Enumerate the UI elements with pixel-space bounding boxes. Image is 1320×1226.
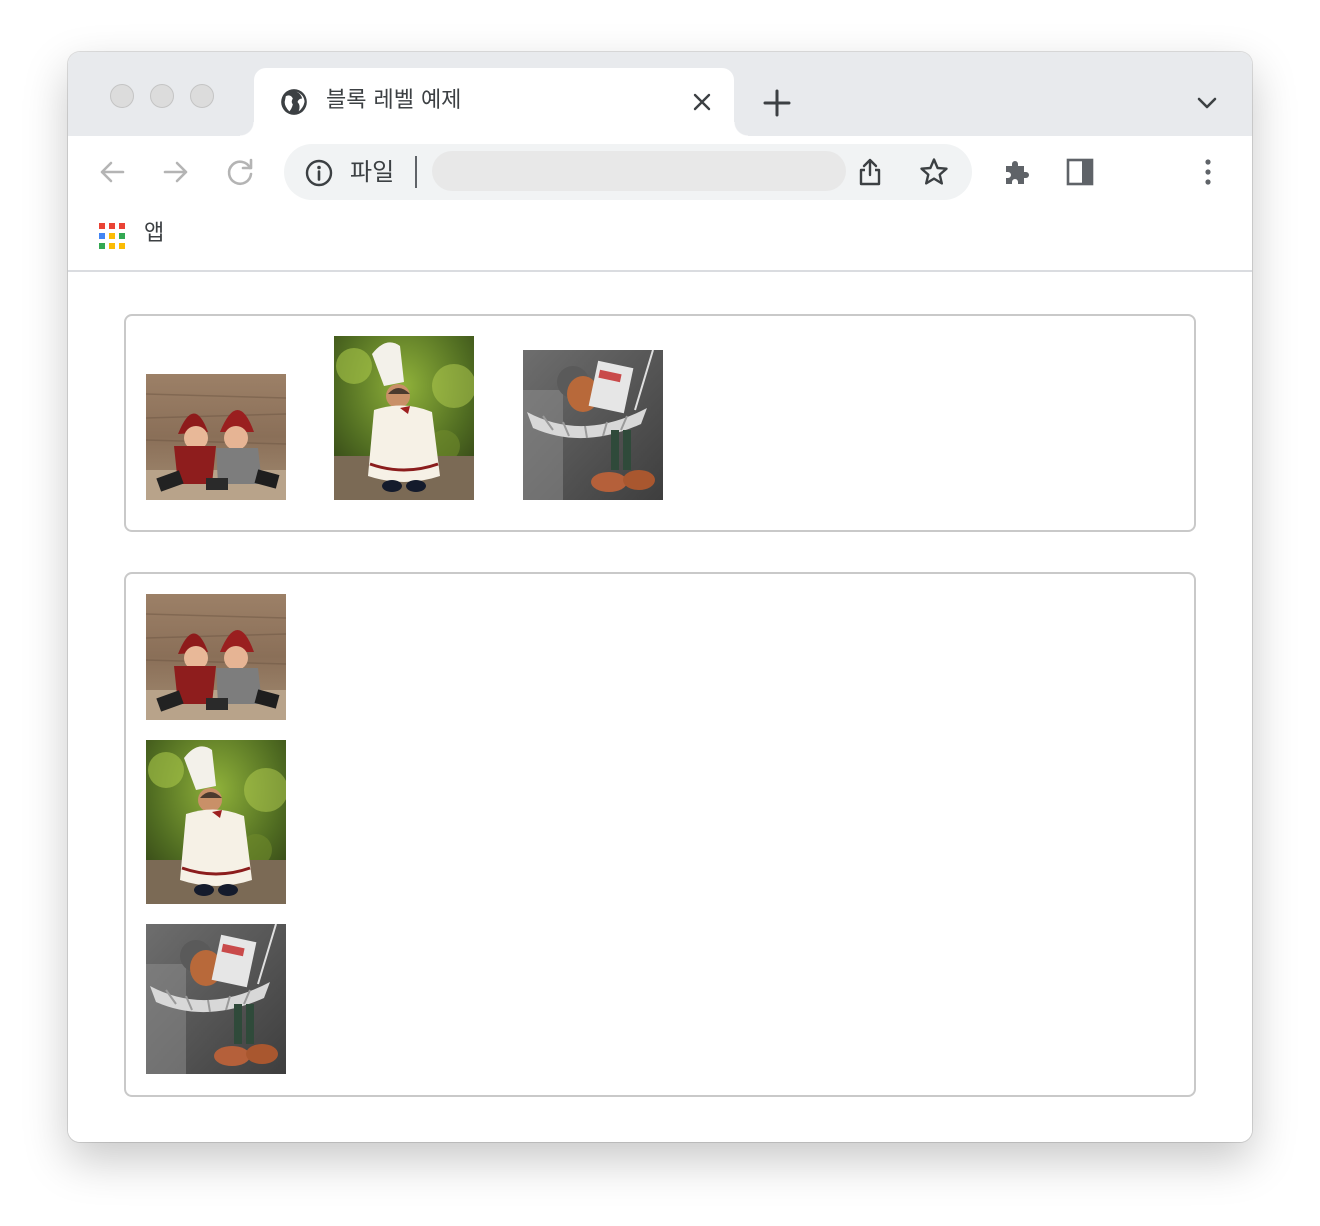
bookmarks-bar: 앱 [68, 210, 1252, 272]
close-icon[interactable] [690, 90, 714, 114]
block-image-container [124, 572, 1196, 1097]
puzzle-icon[interactable] [1000, 156, 1032, 188]
kebab-menu-icon[interactable] [1192, 156, 1224, 188]
back-arrow-icon[interactable] [96, 156, 128, 188]
star-icon[interactable] [918, 156, 950, 188]
globe-icon [280, 88, 308, 116]
tab-strip: 블록 레벨 예제 [68, 52, 1252, 136]
zoom-window-button[interactable] [190, 84, 214, 108]
browser-window: 블록 레벨 예제 파일 앱 [68, 52, 1252, 1142]
page-content [68, 274, 1252, 1142]
address-bar[interactable]: 파일 [284, 144, 972, 200]
close-window-button[interactable] [110, 84, 134, 108]
reload-icon[interactable] [224, 156, 256, 188]
inline-image-container [124, 314, 1196, 532]
chef-figurine-image [146, 740, 286, 904]
address-divider [415, 156, 417, 188]
share-icon[interactable] [854, 156, 886, 188]
forward-arrow-icon[interactable] [160, 156, 192, 188]
info-icon[interactable] [304, 158, 334, 188]
reading-figurine-image [146, 924, 286, 1074]
minimize-window-button[interactable] [150, 84, 174, 108]
address-scheme-label: 파일 [350, 158, 395, 186]
reading-figurine-image [523, 350, 663, 500]
toolbar: 파일 [68, 136, 1252, 210]
gnome-couple-image [146, 594, 286, 720]
chevron-down-icon[interactable] [1194, 90, 1220, 116]
side-panel-icon[interactable] [1064, 156, 1096, 188]
bookmark-apps-label[interactable]: 앱 [144, 218, 164, 250]
tab-title: 블록 레벨 예제 [326, 88, 462, 113]
gnome-couple-image [146, 374, 286, 500]
address-url-field[interactable] [432, 151, 846, 191]
chef-figurine-image [334, 336, 474, 500]
apps-grid-icon[interactable] [98, 222, 126, 250]
tab-active[interactable]: 블록 레벨 예제 [240, 68, 748, 136]
plus-icon[interactable] [762, 88, 792, 118]
